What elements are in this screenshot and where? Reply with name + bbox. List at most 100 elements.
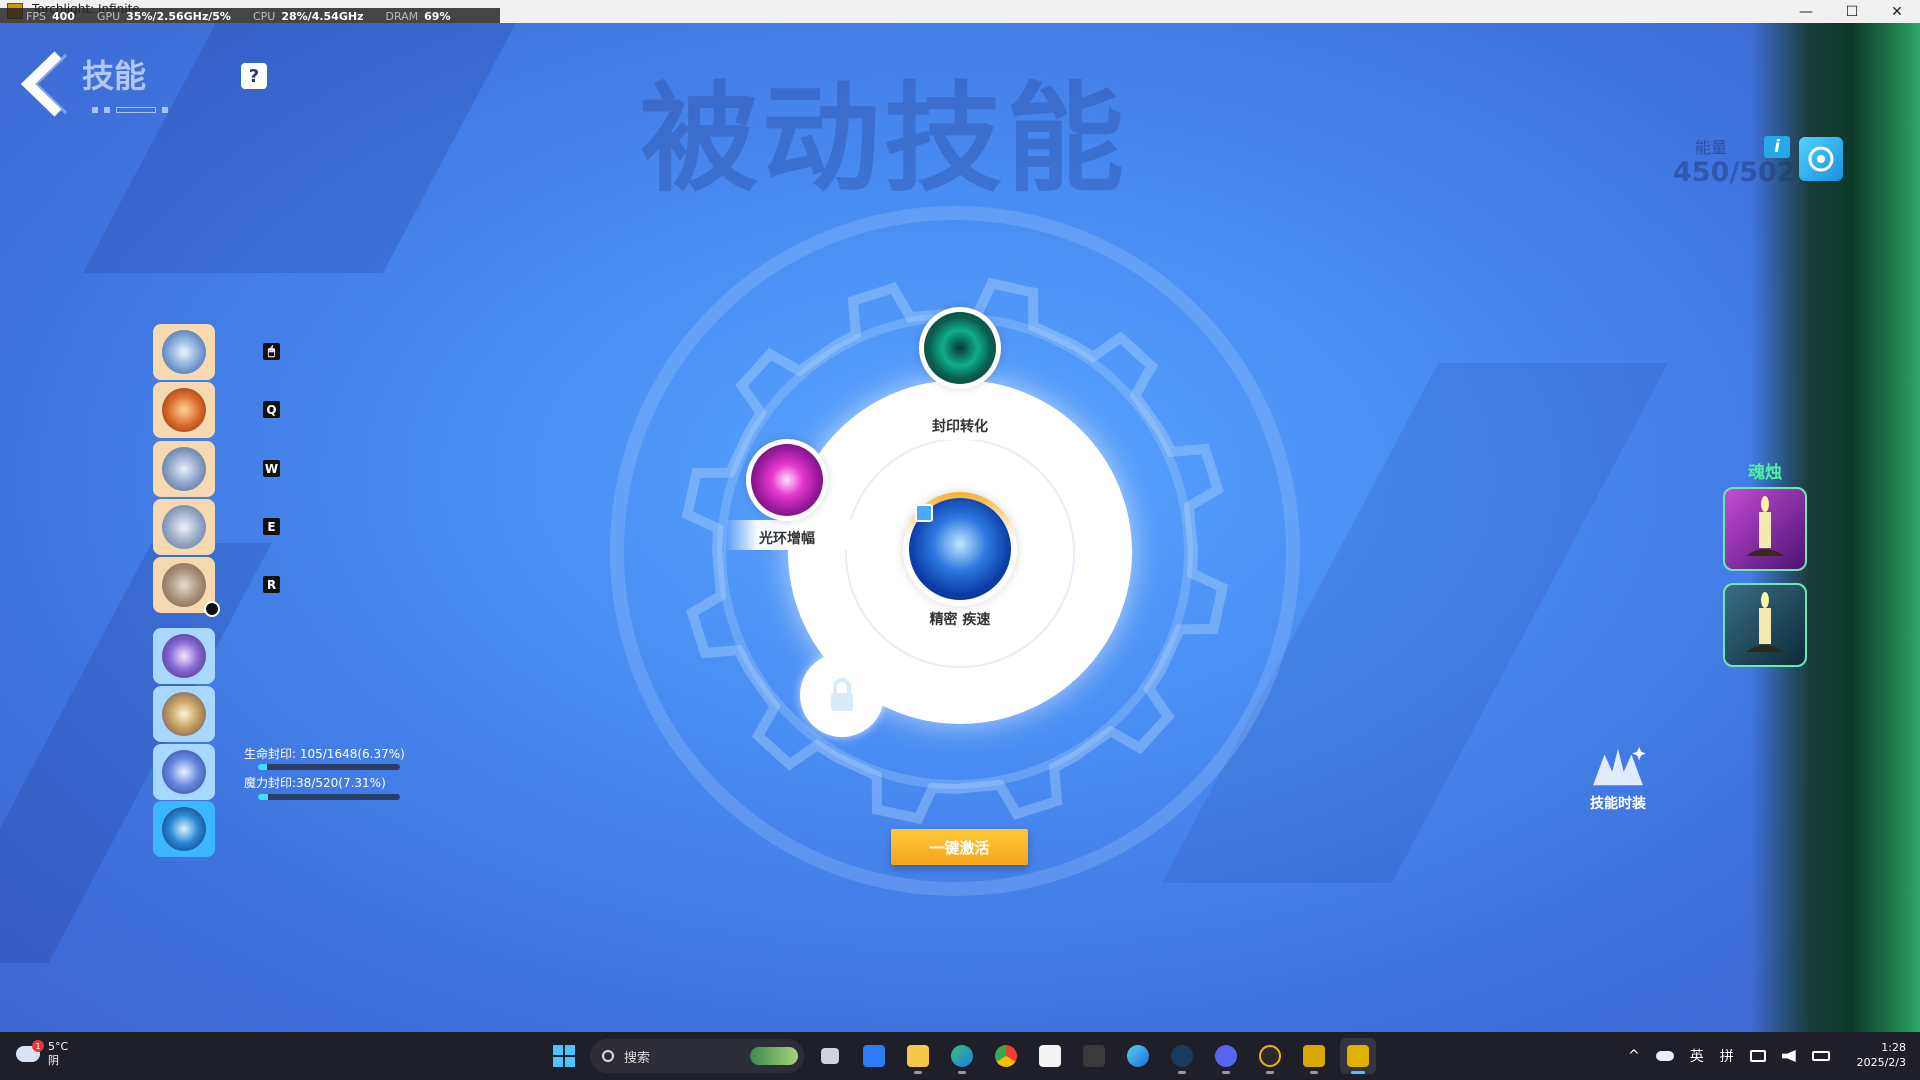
soul-candle-slot-1[interactable]: [1723, 487, 1807, 571]
skill-slot-4[interactable]: [153, 499, 215, 555]
skill-slot-8[interactable]: [153, 744, 215, 800]
start-button[interactable]: [546, 1038, 582, 1074]
network-icon[interactable]: [1749, 1050, 1766, 1062]
soul-candle-label: 魂烛: [1748, 463, 1782, 483]
hotkey-label: Q: [263, 401, 280, 418]
game-viewport: 被动技能 技能 ? 能量 450/502 i 🖱 Q W E R 生命封印: 105/1…: [0, 23, 1920, 1032]
arcane-orb-icon: [162, 634, 206, 678]
windows-logo-icon: [553, 1045, 575, 1067]
edge-ai-icon: [1127, 1045, 1149, 1067]
taskbar-app-unity[interactable]: [1076, 1038, 1112, 1074]
mana-seal-fill: [258, 794, 269, 800]
edge-browser-icon: [951, 1045, 973, 1067]
chrome-browser-icon: [995, 1045, 1017, 1067]
flag-app-icon: [863, 1045, 885, 1067]
taskbar-app-1[interactable]: [856, 1038, 892, 1074]
energy-label: 能量: [1695, 138, 1728, 157]
flame-orb-icon: [162, 388, 206, 432]
passive-center-label: 精密 疾速: [929, 612, 991, 628]
taskbar-torchlight[interactable]: [1340, 1038, 1376, 1074]
dram-value: 69%: [424, 10, 451, 23]
soul-candle-slot-2[interactable]: [1723, 583, 1807, 667]
mana-seal-bar: [258, 794, 400, 800]
taskbar-edge-beta[interactable]: [1120, 1038, 1156, 1074]
energy-swap-button[interactable]: [1799, 137, 1843, 181]
hotkey-label: E: [263, 518, 280, 535]
taskbar-app-3[interactable]: [1296, 1038, 1332, 1074]
volume-icon[interactable]: [1781, 1050, 1796, 1062]
weather-desc: 阴: [48, 1054, 59, 1067]
gpu-value: 35%/2.56GHz/5%: [126, 10, 231, 23]
taskbar-discord[interactable]: [1208, 1038, 1244, 1074]
skill-slot-2[interactable]: [153, 382, 215, 438]
tray-overflow-button[interactable]: ^: [1628, 1048, 1640, 1064]
clock-date: 2025/2/3: [1856, 1056, 1906, 1069]
skill-slot-1[interactable]: [153, 324, 215, 380]
spirit-orb-icon: [162, 505, 206, 549]
passive-slot-left[interactable]: [746, 439, 828, 521]
cloud-icon: 1: [16, 1040, 44, 1062]
taskbar-store[interactable]: [1032, 1038, 1068, 1074]
passive-left-label: 光环增幅: [759, 531, 815, 547]
task-view-button[interactable]: [812, 1038, 848, 1074]
passive-slot-top[interactable]: [919, 307, 1001, 389]
steam-icon: [1171, 1045, 1193, 1067]
taskbar-explorer[interactable]: [900, 1038, 936, 1074]
vortex-skill-icon: [924, 312, 996, 384]
store-icon: [1039, 1045, 1061, 1067]
mana-seal-label: 魔力封印:38/520(7.31%): [244, 776, 386, 790]
background-title: 被动技能: [640, 70, 1129, 208]
dram-label: DRAM: [385, 10, 419, 23]
background-stripe: [0, 543, 272, 963]
taskbar-edge[interactable]: [944, 1038, 980, 1074]
close-button[interactable]: ✕: [1874, 0, 1920, 23]
passive-slot-locked[interactable]: [800, 653, 884, 737]
battery-icon[interactable]: [1811, 1051, 1830, 1061]
fps-value: 400: [51, 10, 75, 23]
help-button[interactable]: ?: [241, 63, 267, 89]
taskbar-chrome[interactable]: [988, 1038, 1024, 1074]
taskbar-app-2[interactable]: [1252, 1038, 1288, 1074]
skill-slot-7[interactable]: [153, 686, 215, 742]
core-star-badge-icon: [915, 504, 933, 522]
chevron-left-icon: [20, 51, 68, 117]
energy-value: 450/502: [1673, 157, 1796, 188]
search-icon: [602, 1050, 614, 1062]
cpu-label: CPU: [252, 10, 276, 23]
ime-language[interactable]: 英: [1690, 1046, 1704, 1066]
taskbar-steam[interactable]: [1164, 1038, 1200, 1074]
taskbar-clock[interactable]: 1:28 2025/2/3: [1848, 1040, 1906, 1070]
slot-locked-badge-icon: [204, 601, 220, 617]
taskbar-search[interactable]: 搜索: [590, 1039, 804, 1073]
hotkey-label: 🖱: [263, 343, 280, 360]
activate-all-button[interactable]: 一键激活: [891, 829, 1028, 865]
cpu-value: 28%/4.54GHz: [281, 10, 364, 23]
back-button[interactable]: [14, 49, 70, 119]
onedrive-icon[interactable]: [1655, 1051, 1674, 1061]
title-decoration: [92, 98, 192, 113]
page-title: 技能: [82, 57, 147, 95]
skill-skin-button[interactable]: 技能时装: [1583, 743, 1653, 813]
lightning-orb-icon: [162, 750, 206, 794]
wind-orb-icon: [162, 447, 206, 491]
ime-mode[interactable]: 拼: [1720, 1046, 1734, 1066]
skill-slot-9[interactable]: [153, 801, 215, 857]
gpu-label: GPU: [96, 10, 121, 23]
fps-label: FPS: [26, 10, 46, 23]
maximize-button[interactable]: ☐: [1829, 0, 1875, 23]
background-stripe: [82, 23, 538, 273]
passive-top-label: 封印转化: [932, 419, 988, 435]
stone-orb-icon: [162, 563, 206, 607]
torchlight-game-icon: [1347, 1045, 1369, 1067]
skill-slot-3[interactable]: [153, 441, 215, 497]
life-seal-label: 生命封印: 105/1648(6.37%): [244, 747, 405, 761]
minimize-button[interactable]: —: [1783, 0, 1829, 23]
weather-widget[interactable]: 1 5°C 阴: [16, 1040, 68, 1068]
passive-slot-center[interactable]: [903, 492, 1017, 606]
energy-info-button[interactable]: i: [1764, 136, 1790, 158]
candle-icon: [1746, 496, 1784, 556]
task-view-icon: [821, 1048, 839, 1064]
skill-slot-6[interactable]: [153, 628, 215, 684]
candle-icon: [1746, 592, 1784, 652]
hotkey-label: W: [263, 460, 280, 477]
